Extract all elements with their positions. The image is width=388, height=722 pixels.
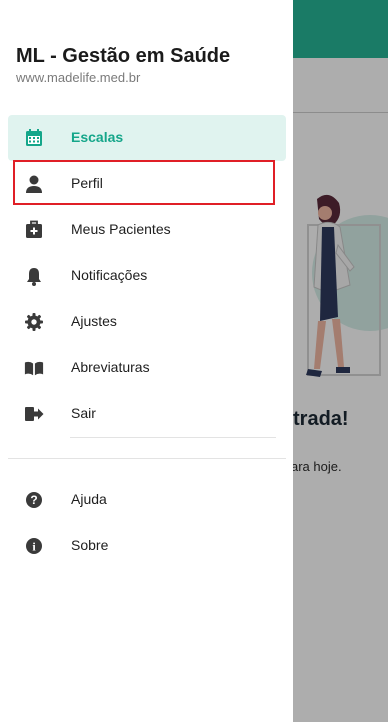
- bell-icon: [24, 266, 44, 286]
- menu-item-abreviaturas[interactable]: Abreviaturas: [8, 345, 286, 391]
- menu-item-ajuda[interactable]: ? Ajuda: [8, 477, 286, 523]
- menu-item-label: Notificações: [71, 267, 148, 283]
- medkit-icon: [24, 220, 44, 240]
- question-circle-icon: ?: [24, 490, 44, 510]
- menu-item-label: Ajuda: [71, 491, 107, 507]
- menu-item-sair[interactable]: Sair: [8, 391, 286, 437]
- menu-item-ajustes[interactable]: Ajustes: [8, 299, 286, 345]
- menu-item-label: Abreviaturas: [71, 359, 150, 375]
- calendar-icon: [24, 128, 44, 148]
- drawer-scrim[interactable]: [293, 0, 388, 722]
- section-divider: [8, 458, 286, 459]
- menu-item-label: Meus Pacientes: [71, 221, 171, 237]
- menu-item-sobre[interactable]: i Sobre: [8, 523, 286, 569]
- svg-text:?: ?: [30, 493, 37, 507]
- gear-icon: [24, 312, 44, 332]
- menu-item-notificacoes[interactable]: Notificações: [8, 253, 286, 299]
- info-circle-icon: i: [24, 536, 44, 556]
- sign-out-icon: [24, 404, 44, 424]
- menu-item-label: Sobre: [71, 537, 109, 553]
- menu-item-escalas[interactable]: Escalas: [8, 115, 286, 161]
- menu-item-label: Sair: [71, 405, 96, 421]
- app-title: ML - Gestão em Saúde: [16, 45, 231, 67]
- selection-highlight-box: [13, 160, 275, 205]
- book-icon: [24, 358, 44, 378]
- app-url: www.madelife.med.br: [16, 70, 141, 85]
- menu-item-meus-pacientes[interactable]: Meus Pacientes: [8, 207, 286, 253]
- navigation-drawer: ML - Gestão em Saúde www.madelife.med.br…: [0, 0, 293, 722]
- menu-item-label: Ajustes: [71, 313, 117, 329]
- menu-divider: [70, 437, 276, 438]
- menu-item-label: Escalas: [71, 129, 124, 145]
